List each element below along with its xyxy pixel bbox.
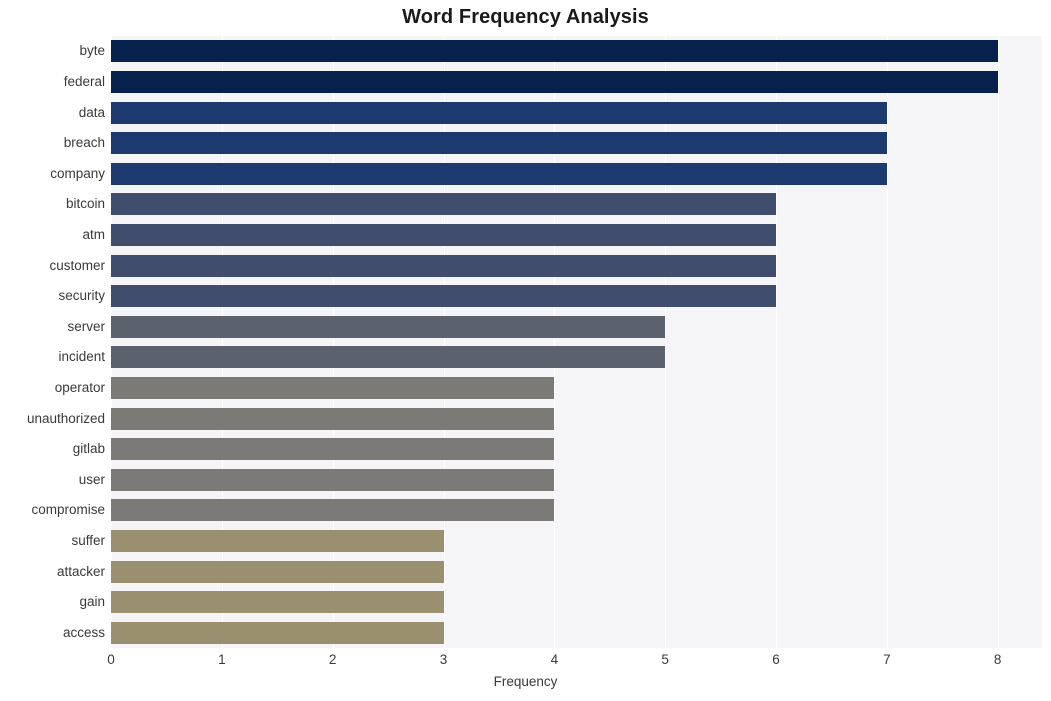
bar-gain bbox=[111, 591, 444, 614]
gridline bbox=[111, 36, 112, 648]
gridline bbox=[665, 36, 667, 648]
x-tick-label-2: 2 bbox=[328, 652, 337, 667]
bar-row bbox=[111, 285, 1042, 308]
bar-row bbox=[111, 315, 1042, 338]
bar-security bbox=[111, 285, 776, 308]
bar-row bbox=[111, 376, 1042, 399]
bar-attacker bbox=[111, 560, 444, 583]
bar-row bbox=[111, 132, 1042, 155]
bar-suffer bbox=[111, 529, 444, 552]
y-tick-label-server: server bbox=[67, 318, 105, 334]
y-tick-label-suffer: suffer bbox=[71, 532, 105, 548]
y-tick-label-user: user bbox=[78, 471, 105, 487]
bar-row bbox=[111, 407, 1042, 430]
bar-incident bbox=[111, 346, 666, 369]
plot-area bbox=[111, 36, 1042, 648]
y-tick-label-byte: byte bbox=[79, 43, 105, 59]
bar-row bbox=[111, 70, 1042, 93]
y-tick-label-unauthorized: unauthorized bbox=[26, 410, 105, 426]
bar-row bbox=[111, 468, 1042, 491]
bar-row bbox=[111, 438, 1042, 461]
bar-operator bbox=[111, 376, 555, 399]
y-tick-label-federal: federal bbox=[63, 73, 105, 89]
gridline bbox=[332, 36, 334, 648]
bar-byte bbox=[111, 40, 998, 63]
bar-unauthorized bbox=[111, 407, 555, 430]
gridline bbox=[776, 36, 777, 648]
bar-user bbox=[111, 468, 555, 491]
y-tick-label-bitcoin: bitcoin bbox=[65, 196, 105, 212]
bar-row bbox=[111, 529, 1042, 552]
x-tick-label-6: 6 bbox=[772, 652, 780, 667]
bar-row bbox=[111, 162, 1042, 185]
gridline bbox=[886, 36, 888, 648]
bar-compromise bbox=[111, 499, 555, 522]
y-tick-label-atm: atm bbox=[82, 226, 105, 242]
x-tick-label-8: 8 bbox=[993, 652, 1002, 667]
bar-row bbox=[111, 254, 1042, 277]
bar-row bbox=[111, 621, 1042, 644]
bar-row bbox=[111, 101, 1042, 124]
y-tick-label-company: company bbox=[50, 165, 105, 181]
x-tick-label-5: 5 bbox=[661, 652, 669, 667]
y-tick-label-customer: customer bbox=[49, 257, 105, 273]
bar-gitlab bbox=[111, 438, 555, 461]
bar-access bbox=[111, 621, 444, 644]
chart-title: Word Frequency Analysis bbox=[402, 6, 649, 28]
gridline bbox=[554, 36, 556, 648]
y-tick-label-gitlab: gitlab bbox=[72, 441, 105, 457]
y-tick-label-operator: operator bbox=[54, 379, 105, 395]
gridline bbox=[221, 36, 223, 648]
x-tick-label-4: 4 bbox=[550, 652, 559, 667]
bar-bitcoin bbox=[111, 193, 776, 216]
y-tick-label-breach: breach bbox=[63, 135, 105, 151]
y-tick-label-data: data bbox=[78, 104, 105, 120]
y-tick-label-access: access bbox=[62, 624, 105, 640]
x-tick-label-0: 0 bbox=[107, 652, 115, 667]
bar-server bbox=[111, 315, 666, 338]
y-tick-label-gain: gain bbox=[79, 594, 105, 610]
x-tick-label-7: 7 bbox=[883, 652, 891, 667]
bar-row bbox=[111, 193, 1042, 216]
x-axis-title: Frequency bbox=[493, 674, 558, 689]
gridline bbox=[443, 36, 445, 648]
y-tick-label-incident: incident bbox=[58, 349, 105, 365]
y-tick-label-compromise: compromise bbox=[31, 502, 105, 518]
bar-row bbox=[111, 40, 1042, 63]
y-tick-label-attacker: attacker bbox=[56, 563, 105, 579]
x-tick-label-1: 1 bbox=[218, 652, 226, 667]
bar-customer bbox=[111, 254, 776, 277]
bar-row bbox=[111, 499, 1042, 522]
bar-row bbox=[111, 560, 1042, 583]
x-tick-label-3: 3 bbox=[439, 652, 448, 667]
y-tick-label-security: security bbox=[58, 288, 105, 304]
bar-row bbox=[111, 223, 1042, 246]
bar-row bbox=[111, 346, 1042, 369]
word-frequency-chart: Word Frequency Analysis byte federal data b… bbox=[0, 0, 1051, 701]
y-axis-labels: byte federal data breach company bitcoin atm cu… bbox=[0, 36, 105, 648]
bar-company bbox=[111, 162, 887, 185]
bar-data bbox=[111, 101, 887, 124]
bar-federal bbox=[111, 70, 998, 93]
gridline bbox=[997, 36, 999, 648]
bar-atm bbox=[111, 223, 776, 246]
bar-breach bbox=[111, 132, 887, 155]
bar-row bbox=[111, 591, 1042, 614]
